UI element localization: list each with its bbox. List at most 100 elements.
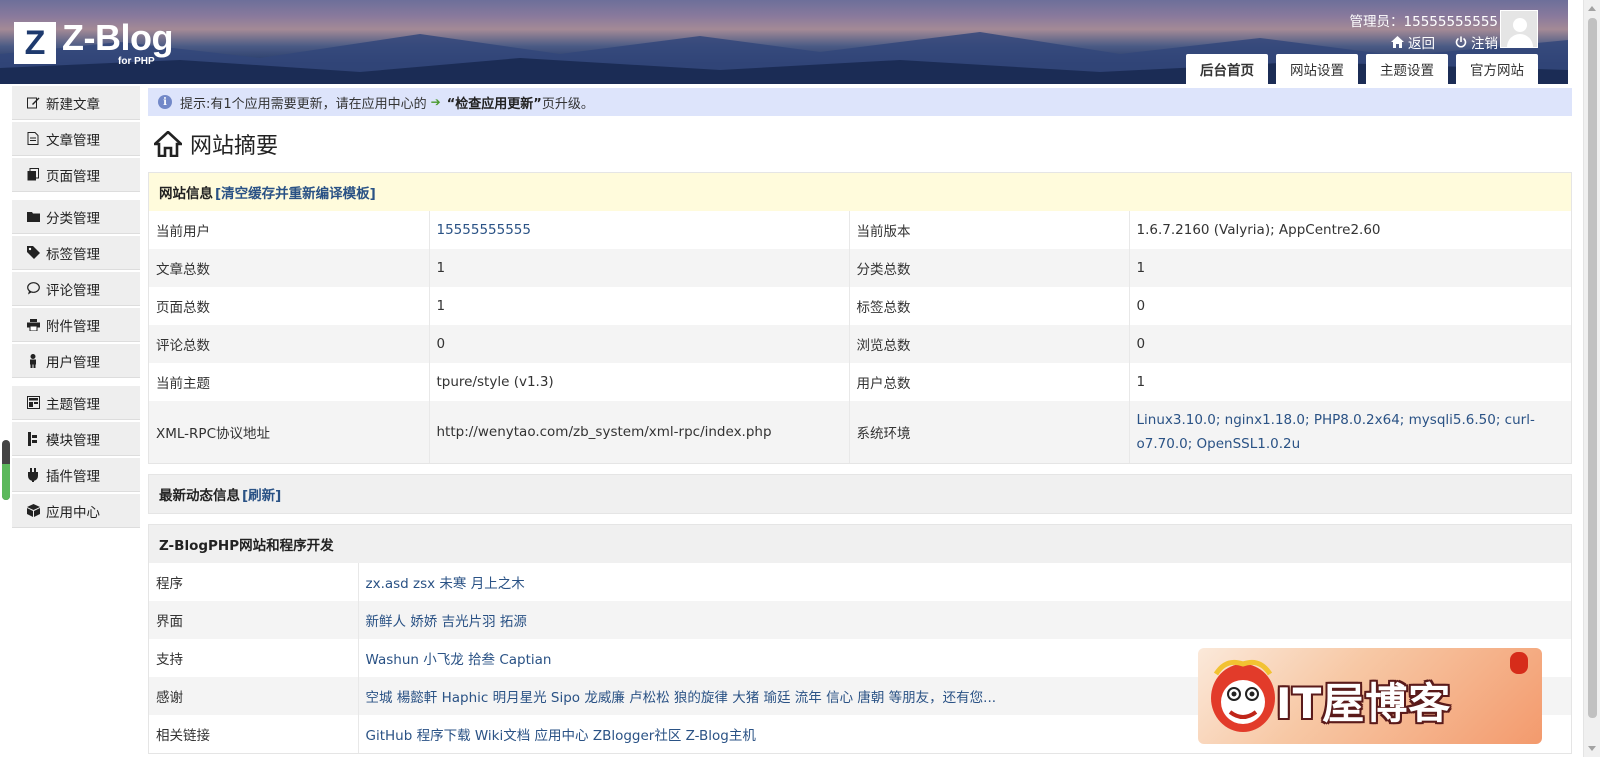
check-update-link[interactable]: “检查应用更新” [447, 93, 542, 112]
tab-dashboard[interactable]: 后台首页 [1186, 54, 1268, 84]
news-panel: 最新动态信息 [刷新] [148, 474, 1572, 514]
sidebar-item-label: 评论管理 [46, 282, 100, 299]
sidebar-item-label: 附件管理 [46, 318, 100, 335]
sidebar-item-themes[interactable]: 主题管理 [12, 386, 140, 420]
page-title: 网站摘要 [148, 116, 1572, 172]
avatar[interactable] [1500, 10, 1538, 48]
news-header: 最新动态信息 [刷新] [149, 475, 1571, 513]
table-value: 0 [1129, 287, 1571, 325]
table-key: 当前版本 [849, 211, 1130, 249]
sidebar-item-label: 文章管理 [46, 132, 100, 149]
sidebar-item-tags[interactable]: 标签管理 [12, 236, 140, 270]
table-row: 界面 新鲜人 娇娇 吉光片羽 拓源 [149, 601, 1571, 639]
tab-theme-settings[interactable]: 主题设置 [1366, 54, 1448, 84]
table-row: 当前用户 15555555555 当前版本 1.6.7.2160 (Valyri… [149, 211, 1571, 249]
table-value: 1 [429, 249, 850, 287]
sidebar: 新建文章 文章管理 页面管理 分类管理 标签管理 评论管理 附件管理 用户管理 … [12, 86, 140, 530]
table-value: 0 [1129, 325, 1571, 363]
logout-link[interactable]: 注销 [1455, 32, 1498, 52]
logo-name: Z-Blog [62, 17, 173, 58]
table-key: 用户总数 [849, 363, 1130, 401]
ui-names-link[interactable]: 新鲜人 娇娇 吉光片羽 拓源 [358, 601, 1571, 639]
banner-text: IT屋博客 [1276, 679, 1452, 728]
dev-header: Z-BlogPHP网站和程序开发 [149, 525, 1571, 563]
logout-label: 注销 [1471, 36, 1498, 52]
tag-icon [26, 246, 40, 260]
sidebar-item-comments[interactable]: 评论管理 [12, 272, 140, 306]
clear-cache-link[interactable]: [清空缓存并重新编译模板] [215, 182, 376, 202]
top-tabs: 后台首页 网站设置 主题设置 官方网站 [1186, 54, 1538, 84]
logo-subtitle: for PHP [118, 56, 155, 67]
sidebar-item-new-post[interactable]: 新建文章 [12, 86, 140, 120]
table-key: 分类总数 [849, 249, 1130, 287]
sidebar-item-users[interactable]: 用户管理 [12, 344, 140, 378]
table-key: 浏览总数 [849, 325, 1130, 363]
table-key: 标签总数 [849, 287, 1130, 325]
file-icon [26, 132, 40, 146]
system-env-link[interactable]: Linux3.10.0; nginx1.18.0; PHP8.0.2x64; m… [1129, 401, 1571, 463]
current-user-link[interactable]: 15555555555 [429, 211, 850, 249]
sidebar-item-modules[interactable]: 模块管理 [12, 422, 140, 456]
table-key: 系统环境 [849, 401, 1130, 463]
sidebar-item-app-center[interactable]: 应用中心 [12, 494, 140, 528]
sidebar-item-label: 应用中心 [46, 504, 100, 521]
refresh-link[interactable]: [刷新] [242, 484, 281, 504]
tab-official-site[interactable]: 官方网站 [1456, 54, 1538, 84]
table-key: 程序 [149, 563, 359, 601]
module-icon [26, 431, 40, 446]
table-key: 页面总数 [149, 287, 430, 325]
table-row: XML-RPC协议地址 http://wenytao.com/zb_system… [149, 401, 1571, 463]
box-icon [26, 504, 40, 518]
edit-icon [26, 96, 40, 110]
home-icon [154, 131, 182, 157]
table-row: 程序 zx.asd zsx 未寒 月上之木 [149, 563, 1571, 601]
table-key: 文章总数 [149, 249, 430, 287]
scroll-progress-indicator [2, 440, 10, 500]
power-icon [1455, 36, 1467, 48]
layout-icon [26, 396, 40, 410]
vertical-scrollbar[interactable] [1583, 0, 1600, 757]
sidebar-item-attachments[interactable]: 附件管理 [12, 308, 140, 342]
sidebar-item-label: 新建文章 [46, 96, 100, 113]
site-info-title: 网站信息 [159, 186, 213, 202]
plugin-icon [26, 467, 40, 482]
news-title: 最新动态信息 [159, 488, 240, 504]
sidebar-item-posts[interactable]: 文章管理 [12, 122, 140, 156]
back-link[interactable]: 返回 [1391, 32, 1435, 52]
sidebar-item-label: 用户管理 [46, 354, 100, 371]
sidebar-item-categories[interactable]: 分类管理 [12, 200, 140, 234]
table-value: 1 [429, 287, 850, 325]
admin-label: 管理员：15555555555 [1349, 14, 1498, 30]
home-icon [1391, 36, 1404, 48]
table-row: 文章总数 1 分类总数 1 [149, 249, 1571, 287]
sidebar-item-pages[interactable]: 页面管理 [12, 158, 140, 192]
table-value: http://wenytao.com/zb_system/xml-rpc/ind… [429, 401, 850, 463]
sidebar-item-plugins[interactable]: 插件管理 [12, 458, 140, 492]
scroll-down-icon[interactable] [1588, 746, 1596, 751]
table-row: 页面总数 1 标签总数 0 [149, 287, 1571, 325]
logo[interactable]: Z Z-Blog for PHP [14, 17, 173, 67]
arrow-right-icon: ➔ [430, 95, 441, 109]
sidebar-item-label: 插件管理 [46, 468, 100, 485]
back-label: 返回 [1408, 36, 1435, 52]
tab-site-settings[interactable]: 网站设置 [1276, 54, 1358, 84]
site-info-table: 当前用户 15555555555 当前版本 1.6.7.2160 (Valyri… [149, 211, 1571, 463]
dev-names-link[interactable]: zx.asd zsx 未寒 月上之木 [358, 563, 1571, 601]
dev-title: Z-BlogPHP网站和程序开发 [159, 538, 334, 554]
table-key: 感谢 [149, 677, 359, 715]
lion-dance-icon [1211, 659, 1275, 732]
table-value: 1.6.7.2160 (Valyria); AppCentre2.60 [1129, 211, 1571, 249]
comment-icon [26, 282, 40, 296]
table-row: 评论总数 0 浏览总数 0 [149, 325, 1571, 363]
site-info-panel: 网站信息 [清空缓存并重新编译模板] 当前用户 15555555555 当前版本… [148, 172, 1572, 464]
notice-suffix: 页升级。 [541, 96, 594, 112]
table-key: 评论总数 [149, 325, 430, 363]
printer-icon [26, 318, 40, 332]
scroll-up-icon[interactable] [1588, 6, 1596, 11]
files-icon [26, 168, 40, 182]
table-key: 支持 [149, 639, 359, 677]
table-key: 当前主题 [149, 363, 430, 401]
update-notice: i 提示:有1个应用需要更新，请在应用中心的 ➔ “检查应用更新” 页升级。 [148, 88, 1572, 116]
table-key: 界面 [149, 601, 359, 639]
scrollbar-thumb[interactable] [1588, 18, 1597, 718]
